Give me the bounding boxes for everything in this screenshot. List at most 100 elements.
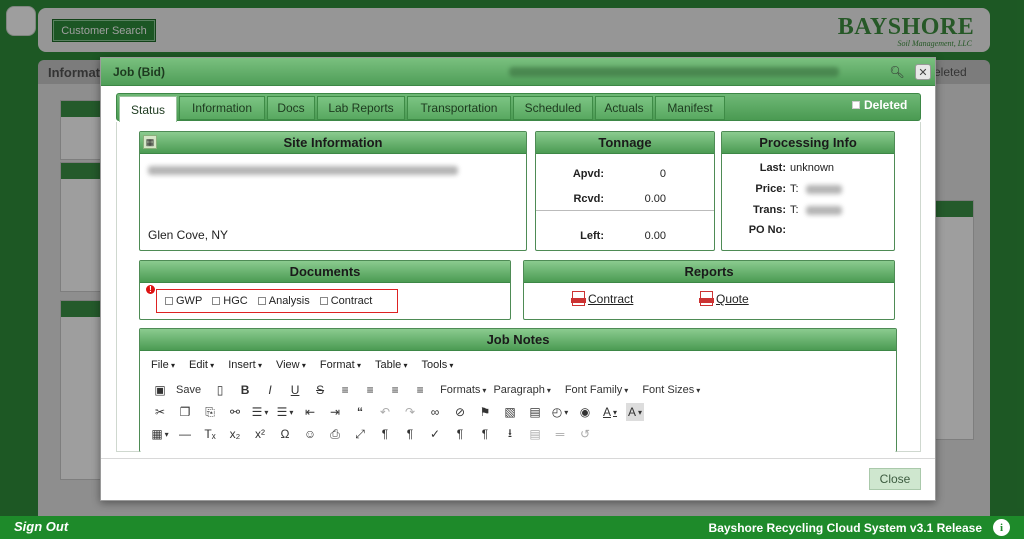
align-right-icon[interactable]: ≡ [386,381,404,399]
ltr-icon[interactable]: ¶ [376,425,394,443]
font-family-dropdown[interactable]: Font Family [565,381,628,399]
job-notes-header: Job Notes [140,329,896,351]
price-redacted [806,185,842,194]
close-icon[interactable]: ✕ [915,64,931,80]
indent-icon[interactable]: ⇥ [326,403,344,421]
contract-report-link[interactable]: Contract [571,291,633,306]
doc-analysis[interactable]: Analysis [257,295,310,307]
justify-icon[interactable]: ≡ [411,381,429,399]
deleted-checkbox[interactable]: Deleted [852,98,907,112]
quote-report-link[interactable]: Quote [699,291,749,306]
template-icon[interactable]: ▤ [526,425,544,443]
quote-report-label[interactable]: Quote [716,292,749,306]
underline-icon[interactable]: U [286,381,304,399]
doc-hgc[interactable]: HGC [212,295,248,307]
align-left-icon[interactable]: ≡ [336,381,354,399]
contract-report-label[interactable]: Contract [588,292,633,306]
formats-dropdown[interactable]: Formats [440,381,486,399]
background-color-icon[interactable]: A [626,403,644,421]
reports-header: Reports [524,261,894,283]
tab-actuals[interactable]: Actuals [595,96,653,120]
checkbox-gwp[interactable] [165,297,173,305]
font-sizes-dropdown[interactable]: Font Sizes [642,381,700,399]
cut-icon[interactable]: ✂ [151,403,169,421]
apvd-value: 0 [659,168,666,180]
strikethrough-icon[interactable]: S [311,381,329,399]
anchor-icon[interactable]: ⚑ [476,403,494,421]
menu-tools[interactable]: Tools [422,359,454,371]
page-break-icon[interactable]: ═ [551,425,569,443]
tab-status[interactable]: Status [119,96,177,122]
outdent-icon[interactable]: ⇤ [301,403,319,421]
menu-view[interactable]: View [276,359,306,371]
tab-docs[interactable]: Docs [267,96,315,120]
paragraph-dropdown[interactable]: Paragraph [493,381,550,399]
find-replace-icon[interactable]: ⚯ [226,403,244,421]
insert-upload-icon[interactable]: ⭳ [501,425,519,443]
save-icon[interactable]: ▣ [151,381,169,399]
restore-draft-icon[interactable]: ↺ [576,425,594,443]
text-color-icon[interactable]: A [601,403,619,421]
menu-format[interactable]: Format [320,359,361,371]
unlink-icon[interactable]: ⊘ [451,403,469,421]
italic-icon[interactable]: I [261,381,279,399]
bullet-list-icon[interactable]: ☰ [251,403,269,421]
doc-contract-label: Contract [330,295,373,307]
tab-scheduled[interactable]: Scheduled [513,96,593,120]
clear-formatting-icon[interactable]: Tₓ [201,425,219,443]
emoji-icon[interactable]: ☺ [301,425,319,443]
link-icon[interactable]: ∞ [426,403,444,421]
redo-icon[interactable]: ↷ [401,403,419,421]
numbered-list-icon[interactable]: ☰ [276,403,294,421]
preview-icon[interactable]: ◉ [576,403,594,421]
menu-edit[interactable]: Edit [189,359,214,371]
new-document-icon[interactable]: ▯ [211,381,229,399]
doc-contract[interactable]: Contract [319,295,373,307]
info-icon[interactable]: i [993,519,1010,536]
emoticons-icon[interactable]: ◴ [551,403,569,421]
copy-icon[interactable]: ❐ [176,403,194,421]
pdf-icon [571,291,586,306]
map-icon[interactable]: ▦ [143,135,157,149]
spellcheck-icon[interactable]: ✓ [426,425,444,443]
media-icon[interactable]: ▤ [526,403,544,421]
menu-file[interactable]: File [151,359,175,371]
search-icon[interactable]: 🔍︎ [889,64,905,80]
left-value: 0.00 [644,230,666,242]
undo-icon[interactable]: ↶ [376,403,394,421]
bold-icon[interactable]: B [236,381,254,399]
job-tabs: Status Information Docs Lab Reports Tran… [116,93,921,122]
site-information-header: Site Information [140,132,526,154]
menu-table[interactable]: Table [375,359,408,371]
horizontal-rule-icon[interactable]: — [176,425,194,443]
blockquote-icon[interactable]: “ [351,403,369,421]
table-icon[interactable]: ▦ [151,425,169,443]
checkbox-hgc[interactable] [212,297,221,305]
align-center-icon[interactable]: ≡ [361,381,379,399]
tab-information[interactable]: Information [179,96,265,120]
last-label: Last: [759,162,786,174]
site-information-panel: Site Information ▦ Glen Cove, NY [139,131,527,251]
checkbox-analysis[interactable] [257,297,266,305]
paste-icon[interactable]: ⎘ [201,403,219,421]
image-icon[interactable]: ▧ [501,403,519,421]
subscript-icon[interactable]: x₂ [226,425,244,443]
modal-footer: Close [101,458,935,501]
sign-out-link[interactable]: Sign Out [14,519,68,534]
superscript-icon[interactable]: x² [251,425,269,443]
doc-gwp[interactable]: GWP [165,295,202,307]
deleted-checkbox-box[interactable] [852,101,860,109]
tab-transportation[interactable]: Transportation [407,96,511,120]
checkbox-contract[interactable] [319,297,328,305]
special-character-icon[interactable]: Ω [276,425,294,443]
save-button[interactable]: Save [176,384,201,396]
menu-insert[interactable]: Insert [228,359,262,371]
print-icon[interactable]: ⎙ [326,425,344,443]
fullscreen-icon[interactable]: ⤢ [351,425,369,443]
paragraph-mark-icon[interactable]: ¶ [451,425,469,443]
tab-manifest[interactable]: Manifest [655,96,725,120]
close-button[interactable]: Close [869,468,921,490]
tab-lab-reports[interactable]: Lab Reports [317,96,405,120]
rtl-icon[interactable]: ¶ [401,425,419,443]
show-blocks-icon[interactable]: ¶ [476,425,494,443]
